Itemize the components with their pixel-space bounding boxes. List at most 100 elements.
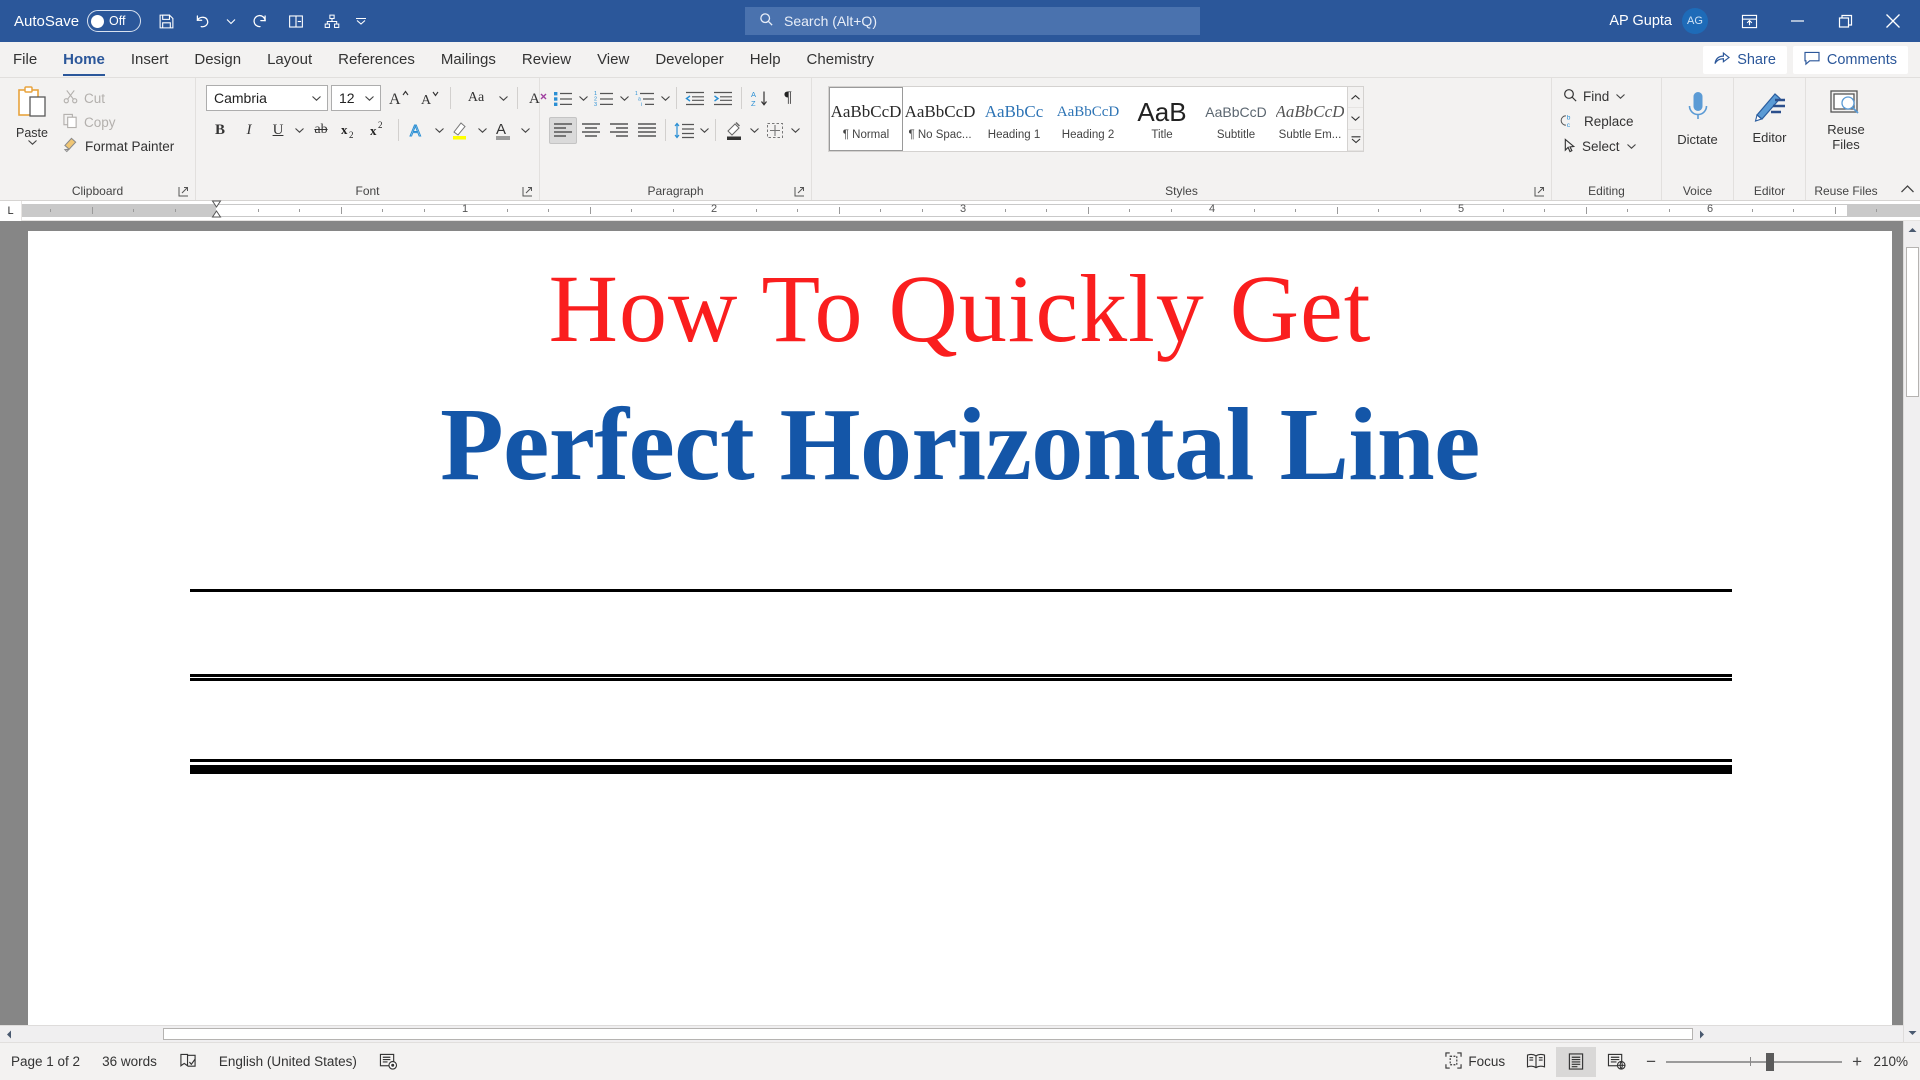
undo-dropdown-icon[interactable] bbox=[221, 4, 241, 38]
borders-icon[interactable] bbox=[761, 117, 789, 144]
copy-button[interactable]: Copy bbox=[59, 110, 178, 134]
collapse-ribbon-icon[interactable] bbox=[1901, 184, 1914, 196]
font-dialog-launcher-icon[interactable] bbox=[522, 186, 534, 198]
select-dropdown-icon[interactable] bbox=[1625, 144, 1638, 149]
scroll-down-icon[interactable] bbox=[1904, 1024, 1920, 1042]
read-mode-icon[interactable] bbox=[1516, 1047, 1556, 1077]
document-area[interactable]: How To Quickly Get Perfect Horizontal Li… bbox=[0, 221, 1920, 1042]
save-icon[interactable] bbox=[149, 4, 183, 38]
italic-icon[interactable]: I bbox=[235, 117, 263, 144]
paste-dropdown-icon[interactable] bbox=[26, 140, 39, 145]
multilevel-list-icon[interactable]: 1ai bbox=[631, 85, 659, 112]
print-layout-icon[interactable] bbox=[1556, 1046, 1597, 1077]
single-horizontal-line[interactable] bbox=[190, 588, 1732, 592]
focus-mode-button[interactable]: Focus bbox=[1434, 1043, 1516, 1080]
scroll-right-icon[interactable] bbox=[1693, 1026, 1711, 1043]
word-count[interactable]: 36 words bbox=[91, 1043, 168, 1080]
style-heading-1[interactable]: AaBbCс Heading 1 bbox=[977, 87, 1051, 151]
ribbon-display-options-icon[interactable] bbox=[1726, 0, 1772, 42]
align-left-icon[interactable] bbox=[549, 116, 577, 144]
tab-stop-selector[interactable]: L bbox=[0, 200, 22, 221]
replace-button[interactable]: bc Replace bbox=[1560, 109, 1638, 134]
horizontal-scrollbar-thumb[interactable] bbox=[163, 1028, 1693, 1040]
style-subtitle[interactable]: AaBbCcD Subtitle bbox=[1199, 87, 1273, 151]
tab-view[interactable]: View bbox=[584, 43, 642, 77]
share-button[interactable]: Share bbox=[1703, 46, 1787, 74]
tab-layout[interactable]: Layout bbox=[254, 43, 325, 77]
shrink-font-icon[interactable]: A bbox=[415, 85, 443, 112]
justify-icon[interactable] bbox=[633, 117, 661, 144]
align-right-icon[interactable] bbox=[605, 117, 633, 144]
autosave-control[interactable]: AutoSave Off bbox=[14, 10, 147, 32]
bold-icon[interactable]: B bbox=[206, 117, 234, 144]
tab-chemistry[interactable]: Chemistry bbox=[794, 43, 888, 77]
find-button[interactable]: Find bbox=[1563, 84, 1638, 109]
scroll-up-icon[interactable] bbox=[1904, 221, 1920, 239]
editor-button[interactable]: Editor bbox=[1741, 84, 1799, 146]
font-name-dropdown-icon[interactable] bbox=[310, 95, 323, 101]
horizontal-ruler[interactable]: 1 2 3 4 5 6 bbox=[22, 200, 1920, 218]
web-layout-icon[interactable] bbox=[1596, 1047, 1636, 1077]
align-center-icon[interactable] bbox=[577, 117, 605, 144]
scroll-left-icon[interactable] bbox=[0, 1026, 18, 1043]
zoom-slider[interactable]: − + bbox=[1636, 1052, 1872, 1072]
print-preview-icon[interactable] bbox=[279, 4, 313, 38]
search-box[interactable]: Search (Alt+Q) bbox=[745, 7, 1200, 35]
style-no-spacing[interactable]: AaBbCcD ¶ No Spac... bbox=[903, 87, 977, 151]
underline-dropdown-icon[interactable] bbox=[293, 127, 306, 133]
font-size-combo[interactable]: 12 bbox=[331, 85, 381, 111]
accessibility-checker-icon[interactable] bbox=[368, 1043, 408, 1080]
zoom-track[interactable] bbox=[1666, 1052, 1843, 1071]
style-title[interactable]: AaB Title bbox=[1125, 87, 1199, 151]
sort-icon[interactable]: AZ bbox=[746, 85, 774, 112]
shading-icon[interactable] bbox=[720, 117, 748, 144]
text-highlight-color-icon[interactable] bbox=[447, 117, 475, 144]
numbering-dropdown-icon[interactable] bbox=[618, 95, 631, 101]
multilevel-dropdown-icon[interactable] bbox=[659, 95, 672, 101]
show-formatting-marks-icon[interactable]: ¶ bbox=[774, 85, 802, 112]
tab-design[interactable]: Design bbox=[181, 43, 254, 77]
reuse-files-button[interactable]: Reuse Files bbox=[1817, 84, 1875, 153]
autosave-toggle[interactable]: Off bbox=[87, 10, 142, 32]
tab-insert[interactable]: Insert bbox=[118, 43, 182, 77]
tab-mailings[interactable]: Mailings bbox=[428, 43, 509, 77]
font-name-combo[interactable]: Cambria bbox=[206, 85, 328, 111]
zoom-out-button[interactable]: − bbox=[1646, 1052, 1656, 1072]
vertical-scrollbar-thumb[interactable] bbox=[1905, 247, 1919, 397]
font-size-dropdown-icon[interactable] bbox=[363, 95, 376, 101]
tab-developer[interactable]: Developer bbox=[642, 43, 736, 77]
styles-scroll-up-icon[interactable] bbox=[1348, 87, 1363, 109]
shading-dropdown-icon[interactable] bbox=[748, 127, 761, 133]
text-effects-icon[interactable]: A bbox=[404, 117, 432, 144]
change-case-icon[interactable]: Aa bbox=[458, 85, 494, 112]
zoom-level[interactable]: 210% bbox=[1872, 1054, 1920, 1069]
select-button[interactable]: Select bbox=[1563, 134, 1638, 159]
clipboard-dialog-launcher-icon[interactable] bbox=[178, 186, 190, 198]
font-color-icon[interactable]: A bbox=[490, 117, 518, 144]
tab-review[interactable]: Review bbox=[509, 43, 584, 77]
tab-home[interactable]: Home bbox=[50, 43, 118, 77]
numbering-icon[interactable]: 123 bbox=[590, 85, 618, 112]
comments-button[interactable]: Comments bbox=[1792, 46, 1908, 74]
bullets-dropdown-icon[interactable] bbox=[577, 95, 590, 101]
style-heading-2[interactable]: AaBbCcD Heading 2 bbox=[1051, 87, 1125, 151]
page-indicator[interactable]: Page 1 of 2 bbox=[0, 1043, 91, 1080]
triple-horizontal-line[interactable] bbox=[190, 758, 1732, 774]
avatar[interactable]: AG bbox=[1682, 8, 1708, 34]
paragraph-dialog-launcher-icon[interactable] bbox=[794, 186, 806, 198]
undo-icon[interactable] bbox=[185, 4, 219, 38]
user-name[interactable]: AP Gupta bbox=[1609, 13, 1672, 29]
close-icon[interactable] bbox=[1870, 0, 1916, 42]
strikethrough-icon[interactable]: ab bbox=[307, 117, 335, 144]
format-painter-button[interactable]: Format Painter bbox=[59, 134, 178, 158]
borders-dropdown-icon[interactable] bbox=[789, 127, 802, 133]
restore-icon[interactable] bbox=[1822, 0, 1868, 42]
underline-icon[interactable]: U bbox=[264, 117, 292, 144]
document-page[interactable]: How To Quickly Get Perfect Horizontal Li… bbox=[28, 231, 1892, 1031]
hierarchy-icon[interactable] bbox=[315, 4, 349, 38]
style-normal[interactable]: AaBbCcD ¶ Normal bbox=[829, 87, 903, 151]
decrease-indent-icon[interactable] bbox=[681, 85, 709, 112]
double-horizontal-line[interactable] bbox=[190, 673, 1732, 681]
find-dropdown-icon[interactable] bbox=[1614, 94, 1627, 99]
line-spacing-icon[interactable] bbox=[670, 117, 698, 144]
